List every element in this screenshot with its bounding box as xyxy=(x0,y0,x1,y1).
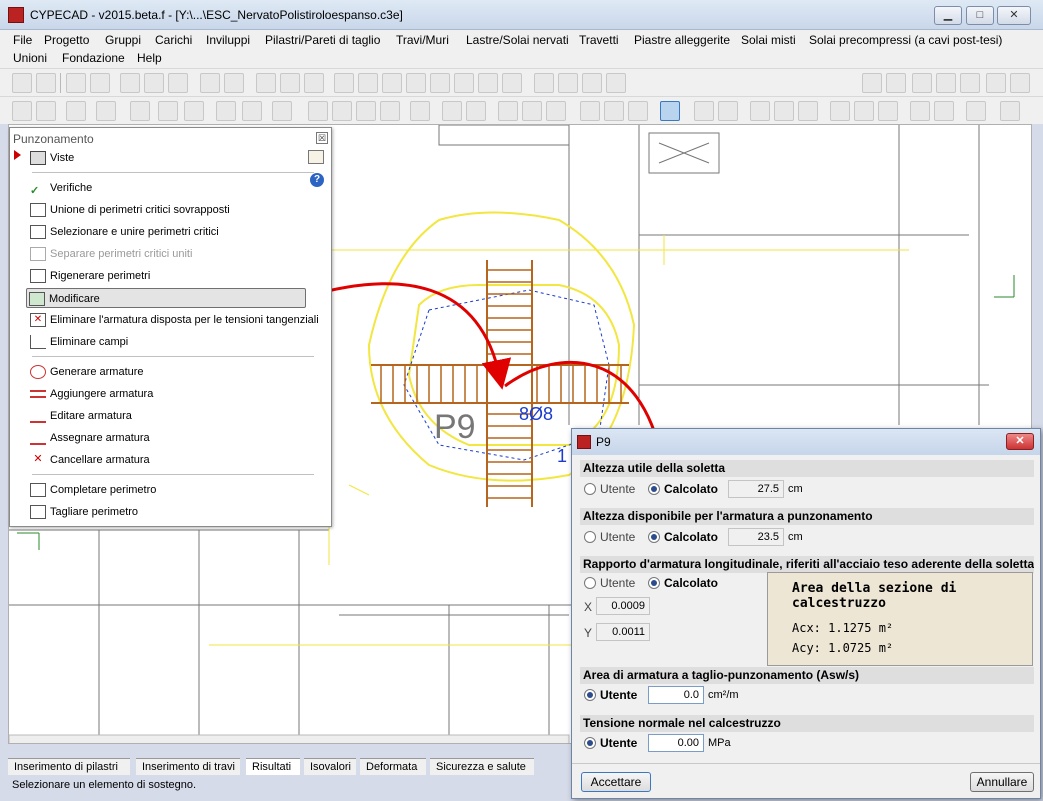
arrow-to-drawing xyxy=(307,282,512,390)
y-label: Y xyxy=(584,626,593,640)
panel-separator xyxy=(32,356,314,357)
erase-rebar-icon: ✕ xyxy=(33,453,43,465)
union-perimeter-icon xyxy=(30,203,46,217)
rapporto-y-field: 0.0011 xyxy=(596,623,650,641)
panel-item-selezionare[interactable]: Selezionare e unire perimetri critici xyxy=(28,222,316,242)
tab-sicurezza[interactable]: Sicurezza e salute xyxy=(430,758,534,775)
radio-utente-4-label: Utente xyxy=(600,688,638,702)
radio-utente-4[interactable] xyxy=(584,689,596,701)
complete-perimeter-icon xyxy=(30,483,46,497)
check-icon: ✓ xyxy=(30,185,40,197)
area-armatura-input[interactable]: 0.0 xyxy=(648,686,704,704)
regenerate-icon xyxy=(30,269,46,283)
cut-perimeter-icon xyxy=(30,505,46,519)
dialog-close-button[interactable]: ✕ xyxy=(1006,433,1034,450)
section-altezza-disponibile: Altezza disponibile per l'armatura a pun… xyxy=(580,508,1034,525)
panel-item-editare[interactable]: Editare armatura xyxy=(28,406,316,426)
radio-utente-5[interactable] xyxy=(584,737,596,749)
p9-dialog: P9 ✕ Altezza utile della soletta Utente … xyxy=(571,428,1041,799)
section-area-armatura: Area di armatura a taglio-punzonamento (… xyxy=(580,667,1034,684)
tab-inserimento-travi[interactable]: Inserimento di travi xyxy=(136,758,240,775)
panel-item-unione[interactable]: Unione di perimetri critici sovrapposti xyxy=(28,200,316,220)
app-icon xyxy=(577,435,591,449)
tab-isovalori[interactable]: Isovalori xyxy=(304,758,356,775)
radio-calcolato-3[interactable] xyxy=(648,577,660,589)
generate-rebar-icon xyxy=(30,365,46,379)
radio-utente-1[interactable] xyxy=(584,483,596,495)
altezza-disponibile-field: 23.5 xyxy=(728,528,784,546)
add-rebar-icon xyxy=(30,390,46,398)
concrete-area-infobox: Area della sezione di calcestruzzo Acx: … xyxy=(767,572,1033,666)
unit-cm2m: cm²/m xyxy=(708,689,739,701)
panel-item-aggiungere[interactable]: Aggiungere armatura xyxy=(28,384,316,404)
panel-item-completare[interactable]: Completare perimetro xyxy=(28,480,316,500)
tensione-input[interactable]: 0.00 xyxy=(648,734,704,752)
unit-cm: cm xyxy=(788,483,803,495)
current-marker-icon xyxy=(14,150,21,160)
panel-close-button[interactable]: ☒ xyxy=(316,132,328,144)
punching-panel: Punzonamento ☒ ? Viste ✓ Verifiche Unione… xyxy=(9,127,332,527)
modify-icon xyxy=(29,292,45,306)
panel-item-separare: Separare perimetri critici uniti xyxy=(28,244,316,264)
delete-fields-icon xyxy=(30,335,46,349)
panel-item-generare[interactable]: Generare armature xyxy=(28,362,316,382)
panel-item-eliminare-armatura[interactable]: ✕ Eliminare l'armatura disposta per le te… xyxy=(28,310,319,330)
x-label: X xyxy=(584,600,593,614)
radio-utente-5-label: Utente xyxy=(600,736,638,750)
section-rapporto-armatura: Rapporto d'armatura longitudinale, rifer… xyxy=(580,556,1034,573)
edit-rebar-icon xyxy=(30,409,46,423)
tab-inserimento-pilastri[interactable]: Inserimento di pilastri xyxy=(8,758,130,775)
unit-mpa: MPa xyxy=(708,737,731,749)
radio-utente-1-label: Utente xyxy=(600,482,636,496)
status-bar: Selezionare un elemento di sostegno. xyxy=(12,779,197,791)
dialog-separator xyxy=(572,763,1040,764)
delete-rebar-icon: ✕ xyxy=(30,313,46,327)
accept-button[interactable]: Accettare xyxy=(581,772,651,792)
dialog-title-bar: P9 ✕ xyxy=(572,429,1040,455)
altezza-utile-field: 27.5 xyxy=(728,480,784,498)
cancel-button[interactable]: Annullare xyxy=(970,772,1034,792)
panel-separator xyxy=(32,474,314,475)
panel-title: Punzonamento xyxy=(13,132,94,146)
section-altezza-utile: Altezza utile della soletta xyxy=(580,460,1034,477)
radio-calcolato-3-label: Calcolato xyxy=(664,576,719,590)
panel-item-rigenerare[interactable]: Rigenerare perimetri xyxy=(28,266,316,286)
radio-utente-3-label: Utente xyxy=(600,576,636,590)
radio-calcolato-1-label: Calcolato xyxy=(664,482,719,496)
panel-item-verifiche[interactable]: ✓ Verifiche xyxy=(28,178,316,198)
radio-utente-3[interactable] xyxy=(584,577,596,589)
radio-calcolato-2[interactable] xyxy=(648,531,660,543)
dialog-title: P9 xyxy=(596,435,611,449)
panel-item-cancellare[interactable]: ✕ Cancellare armatura xyxy=(28,450,316,470)
acy-value: Acy: 1.0725 m² xyxy=(792,641,894,655)
radio-utente-2[interactable] xyxy=(584,531,596,543)
assign-rebar-icon xyxy=(30,431,46,445)
section-tensione-normale: Tensione normale nel calcestruzzo xyxy=(580,715,1034,732)
radio-calcolato-2-label: Calcolato xyxy=(664,530,719,544)
view-tabs: Inserimento di pilastri Inserimento di t… xyxy=(8,758,568,776)
panel-item-modificare[interactable]: Modificare xyxy=(26,288,306,308)
acx-value: Acx: 1.1275 m² xyxy=(792,621,894,635)
select-perimeter-icon xyxy=(30,225,46,239)
panel-item-viste[interactable]: Viste xyxy=(28,148,316,168)
panel-item-tagliare[interactable]: Tagliare perimetro xyxy=(28,502,316,522)
radio-utente-2-label: Utente xyxy=(600,530,636,544)
separate-perimeter-icon xyxy=(30,247,46,261)
infobox-title: Area della sezione di calcestruzzo xyxy=(792,581,957,611)
rapporto-x-field: 0.0009 xyxy=(596,597,650,615)
panel-separator xyxy=(32,172,314,173)
tab-deformata[interactable]: Deformata xyxy=(360,758,426,775)
radio-calcolato-1[interactable] xyxy=(648,483,660,495)
tab-risultati[interactable]: Risultati xyxy=(246,758,300,775)
views-icon xyxy=(30,151,46,165)
unit-cm: cm xyxy=(788,531,803,543)
panel-item-eliminare-campi[interactable]: Eliminare campi xyxy=(28,332,316,352)
panel-item-assegnare[interactable]: Assegnare armatura xyxy=(28,428,316,448)
